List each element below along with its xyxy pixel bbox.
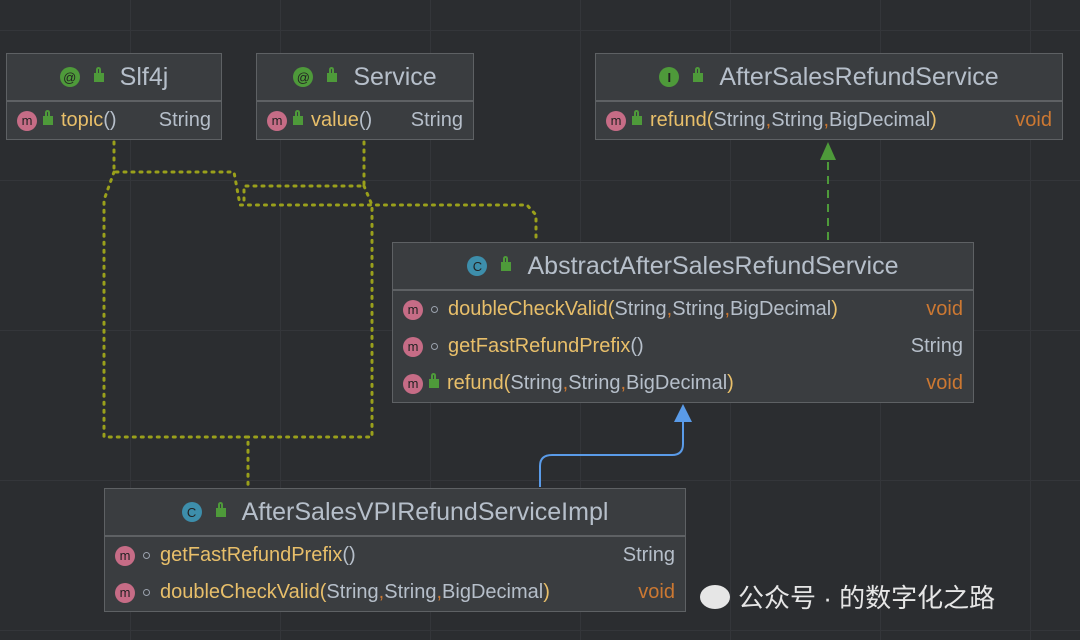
class-name: Service bbox=[353, 62, 437, 91]
method-row[interactable]: m refund(String, String, BigDecimal) void bbox=[596, 102, 1062, 139]
return-type: String bbox=[158, 109, 211, 131]
class-slf4j[interactable]: @ Slf4j m topic() String bbox=[6, 53, 222, 140]
class-name: AbstractAfterSalesRefundService bbox=[527, 251, 899, 280]
method-row[interactable]: m getFastRefundPrefix() String bbox=[393, 328, 973, 365]
class-header[interactable]: @ Slf4j bbox=[7, 54, 221, 102]
package-visibility-icon bbox=[143, 552, 150, 559]
method-row[interactable]: m doubleCheckValid(String, String, BigDec… bbox=[105, 574, 685, 611]
return-type: String bbox=[622, 544, 675, 566]
method-row[interactable]: m value() String bbox=[257, 102, 473, 139]
abstract-class-icon: C bbox=[467, 256, 488, 276]
edge-abstract-service bbox=[242, 140, 366, 207]
public-lock-icon bbox=[215, 501, 226, 517]
return-type: void bbox=[1015, 109, 1052, 131]
annotation-icon: @ bbox=[59, 67, 80, 87]
package-visibility-icon bbox=[431, 343, 438, 350]
param-type: String bbox=[568, 372, 621, 394]
param-type: String bbox=[771, 109, 824, 131]
class-header[interactable]: C AfterSalesVPIRefundServiceImpl bbox=[105, 489, 685, 537]
public-lock-icon bbox=[43, 110, 53, 125]
params: () bbox=[630, 335, 644, 357]
public-lock-icon bbox=[293, 110, 303, 125]
method-name: doubleCheckValid bbox=[448, 298, 608, 320]
class-header[interactable]: I AfterSalesRefundService bbox=[596, 54, 1062, 102]
return-type: String bbox=[910, 335, 963, 357]
method-icon: m bbox=[115, 582, 135, 603]
public-lock-icon bbox=[429, 373, 439, 388]
method-icon: m bbox=[17, 110, 37, 131]
edge-extends bbox=[539, 420, 684, 487]
method-icon: m bbox=[606, 110, 626, 131]
param-type: String bbox=[672, 298, 725, 320]
wechat-icon bbox=[700, 584, 730, 609]
params: () bbox=[103, 109, 117, 131]
public-lock-icon bbox=[501, 255, 512, 271]
param-type: BigDecimal bbox=[626, 372, 728, 394]
method-icon: m bbox=[267, 110, 287, 131]
implements-arrowhead bbox=[820, 142, 836, 160]
param-type: String bbox=[713, 109, 766, 131]
return-type: void bbox=[926, 372, 963, 394]
edge-impl-service bbox=[246, 184, 374, 439]
method-row[interactable]: m doubleCheckValid(String, String, BigDec… bbox=[393, 291, 973, 328]
public-lock-icon bbox=[632, 110, 642, 125]
return-type: void bbox=[638, 581, 675, 603]
param-type: BigDecimal bbox=[442, 581, 544, 603]
method-icon: m bbox=[403, 299, 423, 320]
package-visibility-icon bbox=[431, 306, 438, 313]
method-name: topic bbox=[61, 109, 104, 131]
method-name: refund bbox=[650, 109, 707, 131]
param-type: String bbox=[326, 581, 379, 603]
param-type: BigDecimal bbox=[829, 109, 931, 131]
method-row[interactable]: m topic() String bbox=[7, 102, 221, 139]
class-iface[interactable]: I AfterSalesRefundService m refund(String, … bbox=[595, 53, 1063, 140]
method-name: doubleCheckValid bbox=[160, 581, 320, 603]
class-header[interactable]: @ Service bbox=[257, 54, 473, 102]
method-row[interactable]: m getFastRefundPrefix() String bbox=[105, 537, 685, 574]
annotation-icon: @ bbox=[293, 67, 314, 87]
package-visibility-icon bbox=[143, 589, 150, 596]
method-row[interactable]: m refund(String, String, BigDecimal) void bbox=[393, 365, 973, 402]
public-lock-icon bbox=[93, 66, 104, 82]
method-name: getFastRefundPrefix bbox=[160, 544, 343, 566]
extends-arrowhead bbox=[674, 404, 692, 422]
public-lock-icon bbox=[327, 66, 338, 82]
class-icon: C bbox=[181, 502, 202, 522]
param-type: BigDecimal bbox=[730, 298, 832, 320]
params: () bbox=[342, 544, 356, 566]
edge-abstract-slf4j bbox=[112, 140, 538, 242]
watermark: 公众号 · 的数字化之路 bbox=[700, 578, 995, 615]
param-type: String bbox=[614, 298, 667, 320]
class-name: AfterSalesRefundService bbox=[719, 62, 999, 91]
class-service[interactable]: @ Service m value() String bbox=[256, 53, 474, 140]
class-name: Slf4j bbox=[119, 62, 169, 91]
public-lock-icon bbox=[693, 66, 704, 82]
method-icon: m bbox=[403, 373, 423, 394]
return-type: void bbox=[926, 298, 963, 320]
param-type: String bbox=[510, 372, 563, 394]
class-abstract[interactable]: C AbstractAfterSalesRefundService m doubleC… bbox=[392, 242, 974, 403]
method-name: getFastRefundPrefix bbox=[448, 335, 631, 357]
class-name: AfterSalesVPIRefundServiceImpl bbox=[241, 497, 609, 526]
interface-icon: I bbox=[659, 67, 680, 87]
return-type: String bbox=[410, 109, 463, 131]
class-impl[interactable]: C AfterSalesVPIRefundServiceImpl m getFastR… bbox=[104, 488, 686, 612]
watermark-text: 公众号 · 的数字化之路 bbox=[738, 583, 996, 613]
params: () bbox=[358, 109, 373, 131]
method-name: value bbox=[311, 109, 359, 131]
method-icon: m bbox=[403, 336, 423, 357]
method-name: refund bbox=[447, 372, 504, 394]
param-type: String bbox=[384, 581, 437, 603]
edge-impl-slf4j bbox=[102, 170, 250, 488]
class-header[interactable]: C AbstractAfterSalesRefundService bbox=[393, 243, 973, 291]
method-icon: m bbox=[115, 545, 135, 566]
